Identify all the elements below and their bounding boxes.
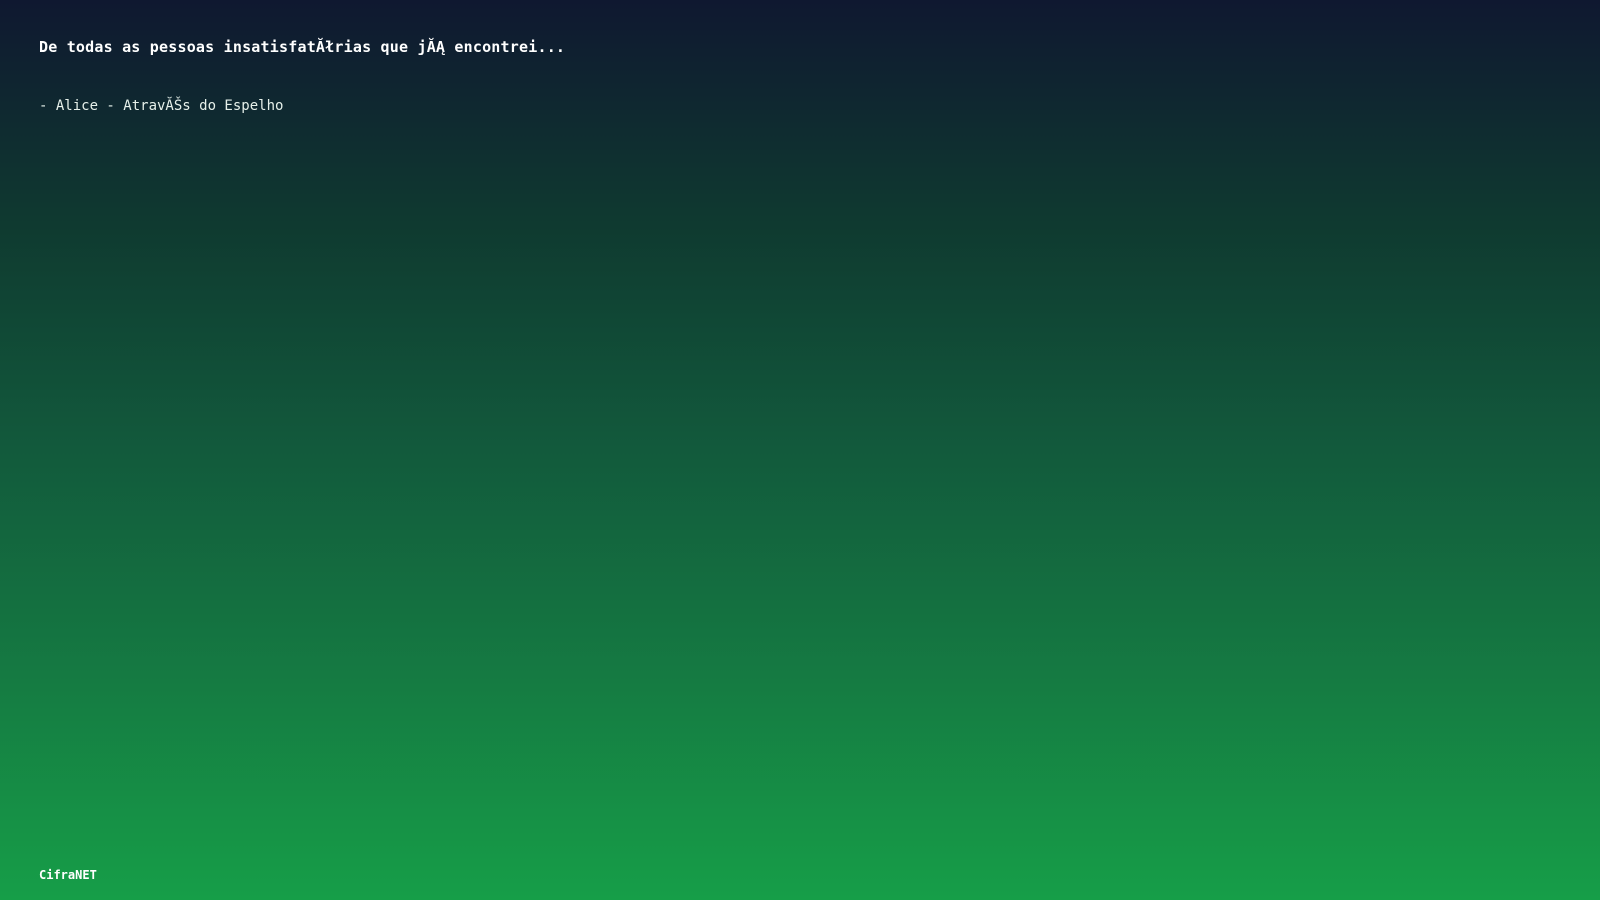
- quote-attribution: - Alice - AtravĂŠs do Espelho: [39, 98, 284, 114]
- quote-text: De todas as pessoas insatisfatĂłrias que…: [39, 38, 566, 56]
- brand-label: CifraNET: [39, 868, 97, 882]
